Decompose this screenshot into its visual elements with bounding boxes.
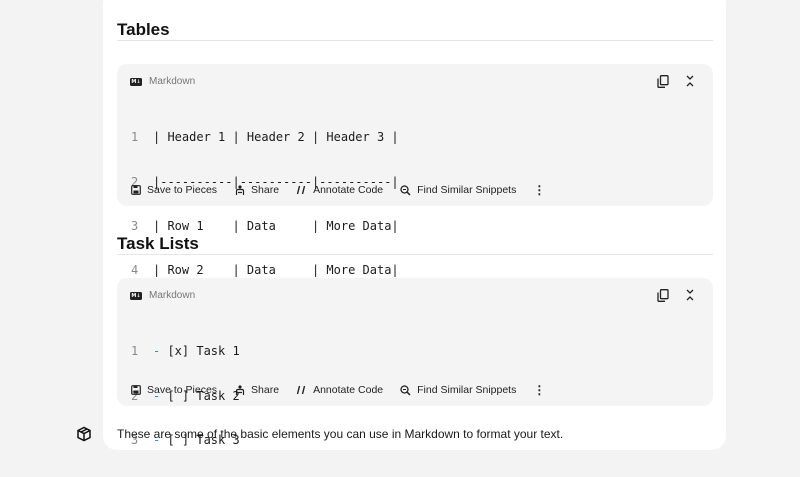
code-text: | Row 2 | Data | More Data|: [153, 262, 399, 277]
save-to-pieces-button[interactable]: Save to Pieces: [130, 184, 217, 196]
annotate-code-label: Annotate Code: [313, 184, 384, 196]
assistant-message-text: These are some of the basic elements you…: [117, 427, 564, 441]
annotate-icon: [296, 385, 307, 396]
share-button[interactable]: Share: [234, 384, 279, 396]
share-label: Share: [251, 184, 280, 196]
find-similar-snippets-label: Find Similar Snippets: [417, 384, 517, 396]
annotate-code-button[interactable]: Annotate Code: [296, 184, 383, 196]
search-icon: [400, 184, 411, 196]
share-button[interactable]: Share: [234, 184, 279, 196]
code-line: 1- [x] Task 1: [131, 344, 240, 359]
list-dash: -: [153, 344, 161, 359]
share-label: Share: [251, 384, 280, 396]
section-divider: [117, 40, 713, 41]
collapse-icon[interactable]: [683, 288, 697, 302]
copy-icon[interactable]: [656, 74, 670, 88]
line-number: 1: [131, 344, 139, 359]
code-block-toolbar: Save to Pieces Share Annotate Code Find …: [130, 183, 545, 197]
box-icon: [76, 426, 92, 442]
search-icon: [400, 384, 411, 396]
code-block-task-lists: M↓ Markdown 1- [x] Task 1 2- [ ] Task 2 …: [117, 278, 713, 447]
code-block-toolbar: Save to Pieces Share Annotate Code Find …: [130, 383, 545, 397]
more-icon: ⋮: [533, 183, 546, 197]
markdown-icon: M↓: [130, 291, 142, 300]
more-options-button[interactable]: ⋮: [533, 383, 545, 397]
more-icon: ⋮: [533, 383, 546, 397]
find-similar-snippets-button[interactable]: Find Similar Snippets: [400, 384, 516, 396]
line-number: 1: [131, 130, 139, 145]
more-options-button[interactable]: ⋮: [533, 183, 545, 197]
section-divider: [117, 254, 713, 255]
code-line: 4 | Row 2 | Data | More Data|: [131, 263, 399, 278]
markdown-icon: M↓: [130, 77, 142, 86]
collapse-icon[interactable]: [683, 74, 697, 88]
find-similar-snippets-button[interactable]: Find Similar Snippets: [400, 184, 516, 196]
save-icon: [130, 185, 141, 196]
code-line: 1 | Header 1 | Header 2 | Header 3 |: [131, 130, 399, 145]
line-number: 3: [131, 218, 139, 233]
section-title-task-lists: Task Lists: [117, 234, 199, 253]
section-title-tables: Tables: [117, 20, 170, 39]
code-block-header: M↓ Markdown: [130, 76, 195, 87]
share-icon: [234, 184, 245, 196]
save-to-pieces-label: Save to Pieces: [147, 384, 218, 396]
code-block-header: M↓ Markdown: [130, 290, 195, 301]
code-content[interactable]: 1 | Header 1 | Header 2 | Header 3 | 2 |--…: [131, 101, 399, 307]
annotate-code-button[interactable]: Annotate Code: [296, 384, 383, 396]
save-icon: [130, 385, 141, 396]
code-text: | Header 1 | Header 2 | Header 3 |: [153, 130, 399, 145]
save-to-pieces-button[interactable]: Save to Pieces: [130, 384, 217, 396]
annotate-icon: [296, 185, 307, 196]
code-language-label: Markdown: [149, 76, 196, 87]
code-language-label: Markdown: [149, 290, 196, 301]
share-icon: [234, 384, 245, 396]
save-to-pieces-label: Save to Pieces: [147, 184, 218, 196]
code-text: [x] Task 1: [160, 344, 240, 359]
code-line: 3 | Row 1 | Data | More Data|: [131, 219, 399, 234]
annotate-code-label: Annotate Code: [313, 384, 384, 396]
copy-icon[interactable]: [656, 288, 670, 302]
code-block-tables: M↓ Markdown 1 | Header 1 | Header 2 | Hea…: [117, 64, 713, 277]
line-number: 4: [131, 262, 139, 277]
code-text: | Row 1 | Data | More Data|: [153, 218, 399, 233]
find-similar-snippets-label: Find Similar Snippets: [417, 184, 517, 196]
